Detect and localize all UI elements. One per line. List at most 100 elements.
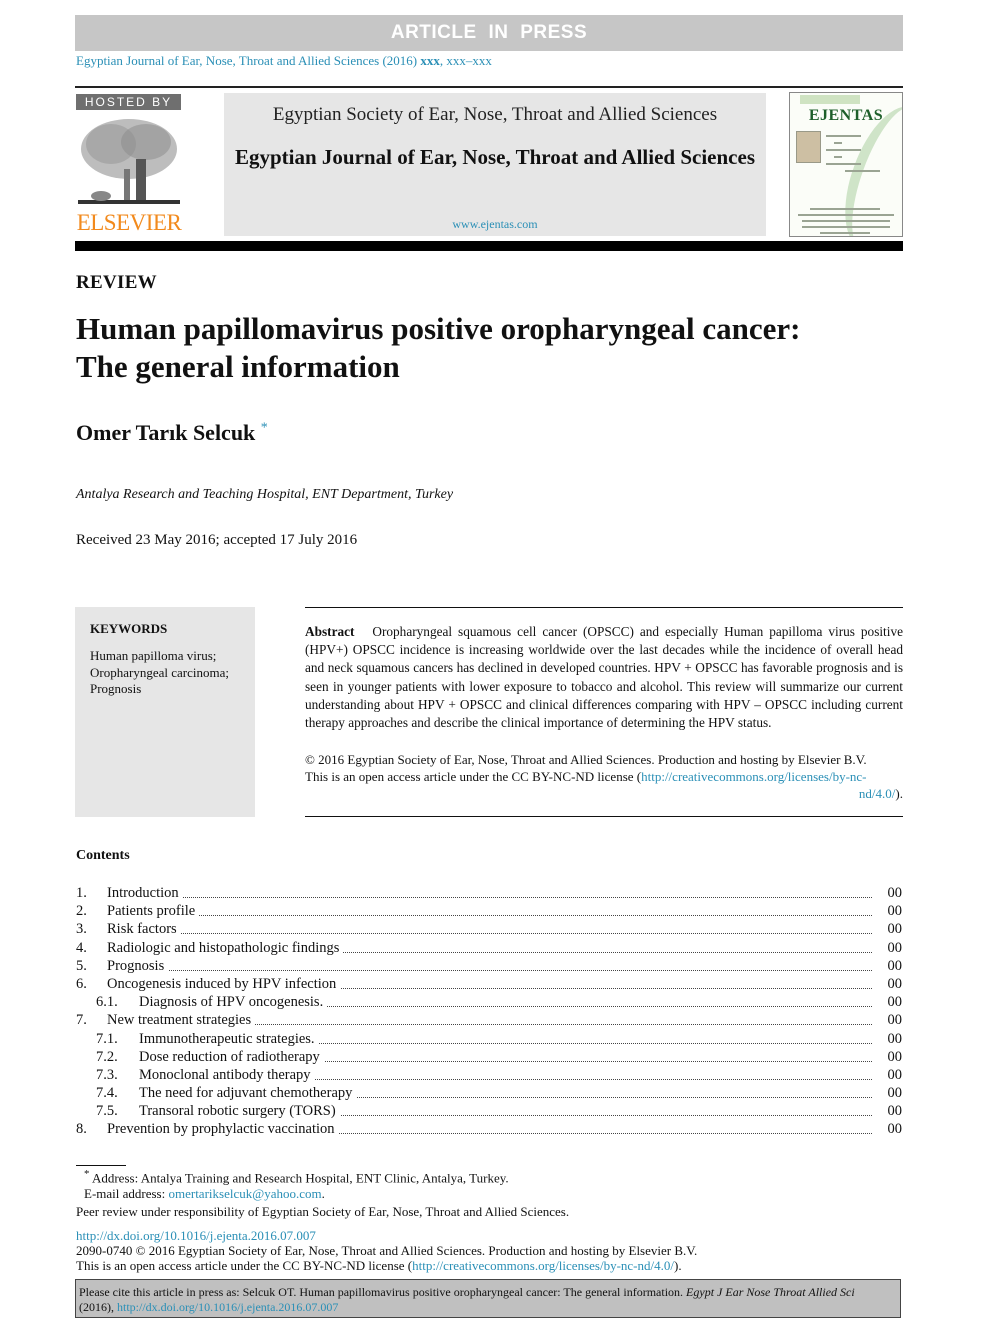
author-name-text: Omer Tarık Selcuk [76,420,256,445]
toc-entry[interactable]: 2. Patients profile 00 [76,902,902,920]
license-link[interactable]: http://creativecommons.org/licenses/by-n… [641,769,866,784]
toc-entry[interactable]: 6.1. Diagnosis of HPV oncogenesis. 00 [76,993,902,1011]
contents-heading: Contents [76,848,130,863]
license-text: This is an open access article under the… [305,768,903,785]
keywords-box: KEYWORDS Human papilloma virus; Orophary… [75,607,255,817]
toc-label[interactable]: New treatment strategies [107,1011,872,1029]
keyword-item: Oropharyngeal carcinoma; [90,664,229,680]
doi-link[interactable]: http://dx.doi.org/10.1016/j.ejenta.2016.… [76,1228,316,1244]
toc-label[interactable]: Prevention by prophylactic vaccination [107,1120,872,1138]
toc-label[interactable]: Monoclonal antibody therapy [139,1066,872,1084]
toc-label[interactable]: Risk factors [107,920,872,938]
toc-label[interactable]: Introduction [107,884,872,902]
journal-citation-line[interactable]: Egyptian Journal of Ear, Nose, Throat an… [76,53,492,69]
elsevier-tree-logo-icon [78,119,180,204]
toc-label-text: Oncogenesis induced by HPV infection [107,975,341,992]
toc-number: 2. [76,903,87,920]
toc-page-number: 00 [887,939,903,956]
author-name: Omer Tarık Selcuk * [76,420,268,446]
abstract-label: Abstract [305,624,355,639]
keyword-item: Human papilloma virus; [90,648,217,663]
abstract-rule-bottom [305,816,903,817]
toc-page-number: 00 [887,903,903,920]
email-link[interactable]: omertarikselcuk@yahoo.com [168,1186,321,1201]
author-footnote-link[interactable]: * [261,421,268,436]
toc-label-text: Diagnosis of HPV oncogenesis. [139,994,328,1011]
toc-label-text: Introduction [107,885,183,901]
elsevier-logo: ELSEVIER [76,210,182,235]
toc-label[interactable]: Dose reduction of radiotherapy [139,1048,872,1066]
footnote-rule [76,1165,126,1166]
toc-page-number: 00 [887,885,903,901]
keyword-item: Prognosis [90,681,142,696]
toc-entry[interactable]: 7.1. Immunotherapeutic strategies. 00 [76,1030,902,1048]
toc-label-text: The need for adjuvant chemotherapy [139,1085,357,1102]
footnote-mark: * [84,1168,90,1180]
toc-label-text: Immunotherapeutic strategies. [139,1030,319,1047]
abstract-rule-top [305,607,903,608]
journal-url-link[interactable]: www.ejentas.com [224,217,766,232]
email-end: . [321,1186,325,1201]
toc-label[interactable]: Transoral robotic surgery (TORS) [139,1102,872,1120]
issn-copyright: 2090-0740 © 2016 Egyptian Society of Ear… [76,1243,698,1258]
license-link-cont[interactable]: nd/4.0/ [859,786,895,801]
license-prefix: This is an open access article under the… [305,769,642,784]
toc-label[interactable]: Oncogenesis induced by HPV infection [107,975,872,993]
toc-page-number: 00 [887,1066,903,1083]
cover-title: EJENTAS [808,107,884,124]
toc-number: 6.1. [96,994,118,1011]
toc-number: 7.3. [96,1066,118,1083]
citation-doi-link[interactable]: http://dx.doi.org/10.1016/j.ejenta.2016.… [117,1300,338,1314]
abstract: Abstract Oropharyngeal squamous cell can… [305,623,903,732]
toc-number: 6. [76,975,87,992]
toc-number: 1. [76,885,87,901]
toc-entry[interactable]: 8. Prevention by prophylactic vaccination… [76,1120,902,1138]
citation-box: Please cite this article in press as: Se… [75,1279,901,1318]
toc-label[interactable]: Radiologic and histopathologic findings [107,939,872,957]
footnote-email: E-mail address: omertarikselcuk@yahoo.co… [84,1186,325,1202]
peer-review-note: Peer review under responsibility of Egyp… [76,1204,570,1219]
address-text: Address: Antalya Training and Research H… [91,1170,509,1186]
toc-entry[interactable]: 7.3. Monoclonal antibody therapy 00 [76,1066,902,1084]
toc-label[interactable]: Immunotherapeutic strategies. [139,1030,872,1048]
toc-page-number: 00 [887,975,903,992]
cover-illustration [796,131,821,163]
toc-entry[interactable]: 7. New treatment strategies 00 [76,1011,902,1029]
citation-year: (2016), [79,1300,117,1314]
toc-label[interactable]: Prognosis [107,957,872,975]
toc-number: 7. [76,1012,87,1029]
toc-number: 7.2. [96,1048,118,1065]
cover-bars [800,95,860,104]
journal-pages: , xxx–xxx [439,53,492,68]
toc-page-number: 00 [887,1012,903,1029]
toc-number: 4. [76,939,87,956]
toc-page-number: 00 [887,1121,903,1138]
toc-entry[interactable]: 5. Prognosis 00 [76,957,902,975]
table-of-contents: 1. Introduction 00 2. Patients profile 00 3. Ri… [76,884,902,1139]
toc-label-text: Patients profile [107,903,200,920]
toc-label[interactable]: Patients profile [107,902,872,920]
toc-label-text: Monoclonal antibody therapy [139,1066,315,1083]
keywords-heading: KEYWORDS [90,621,168,636]
toc-page-number: 00 [887,1030,903,1047]
toc-label-text: Transoral robotic surgery (TORS) [139,1103,340,1120]
toc-entry[interactable]: 7.4. The need for adjuvant chemotherapy 00 [76,1084,902,1102]
toc-entry[interactable]: 3. Risk factors 00 [76,920,902,938]
toc-entry[interactable]: 4. Radiologic and histopathologic finding… [76,939,902,957]
article-type: REVIEW [76,272,157,293]
header-rule-bottom [75,241,903,251]
toc-label[interactable]: Diagnosis of HPV oncogenesis. [139,993,872,1011]
toc-entry[interactable]: 7.5. Transoral robotic surgery (TORS) 00 [76,1102,902,1120]
toc-number: 3. [76,921,87,938]
footer-license-link[interactable]: http://creativecommons.org/licenses/by-n… [412,1258,674,1273]
toc-page-number: 00 [887,957,903,974]
abstract-copyright: © 2016 Egyptian Society of Ear, Nose, Th… [305,751,903,802]
toc-label-text: Prevention by prophylactic vaccination [107,1121,339,1138]
toc-entry[interactable]: 1. Introduction 00 [76,884,902,902]
author-affiliation: Antalya Research and Teaching Hospital, … [76,487,454,502]
toc-label[interactable]: The need for adjuvant chemotherapy [139,1084,872,1102]
toc-entry[interactable]: 6. Oncogenesis induced by HPV infection 00 [76,975,902,993]
journal-cover-image: EJENTAS [789,92,903,237]
copyright-text: © 2016 Egyptian Society of Ear, Nose, Th… [305,752,867,767]
toc-entry[interactable]: 7.2. Dose reduction of radiotherapy 00 [76,1048,902,1066]
